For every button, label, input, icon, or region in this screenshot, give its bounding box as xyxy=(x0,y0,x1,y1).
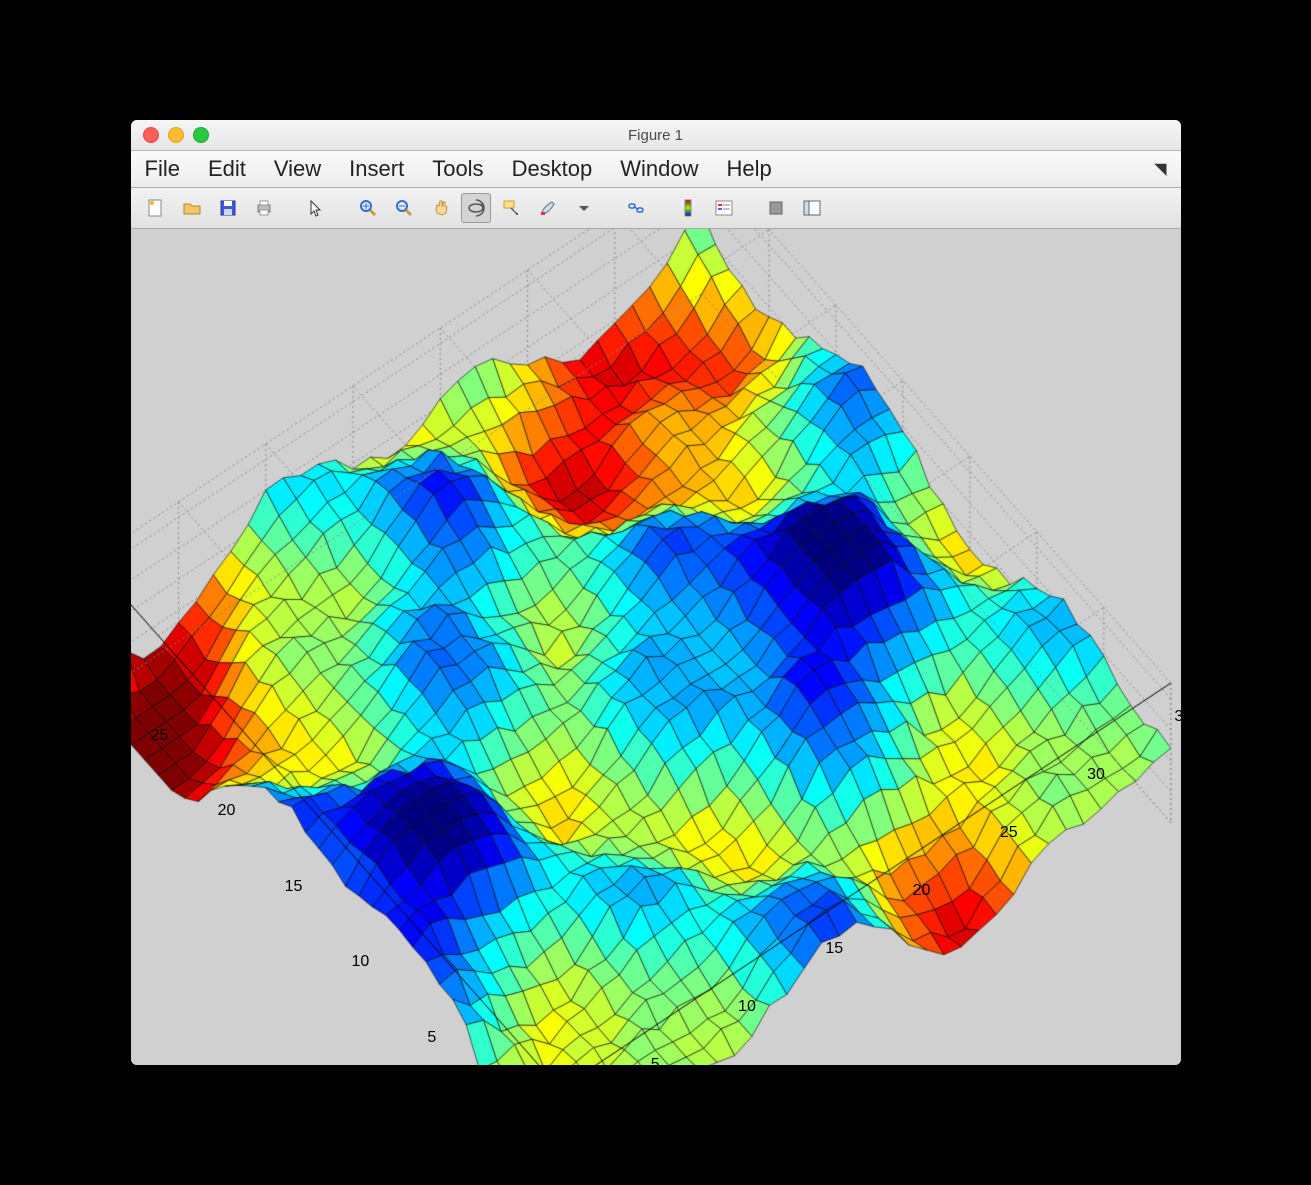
tick-label: 10 xyxy=(738,998,756,1016)
rotate3d-icon[interactable] xyxy=(461,193,491,223)
open-icon[interactable] xyxy=(177,193,207,223)
menu-insert[interactable]: Insert xyxy=(349,156,404,182)
legend-icon[interactable] xyxy=(709,193,739,223)
close-icon[interactable] xyxy=(143,127,159,143)
menubar: File Edit View Insert Tools Desktop Wind… xyxy=(131,151,1181,188)
menu-edit[interactable]: Edit xyxy=(208,156,246,182)
axes-3d[interactable]: 0510152025303505101520253035-0.2-0.100.1… xyxy=(131,229,1181,1065)
tick-label: 15 xyxy=(825,940,843,958)
tick-label: 30 xyxy=(1087,766,1105,784)
tick-label: 10 xyxy=(329,953,369,971)
save-icon[interactable] xyxy=(213,193,243,223)
tick-label: 20 xyxy=(195,802,235,820)
tick-label: 25 xyxy=(131,727,169,745)
pan-icon[interactable] xyxy=(425,193,455,223)
new-figure-icon[interactable] xyxy=(141,193,171,223)
menu-tools[interactable]: Tools xyxy=(432,156,483,182)
tick-label: 25 xyxy=(1000,824,1018,842)
tick-label: 35 xyxy=(1174,708,1180,726)
print-icon[interactable] xyxy=(249,193,279,223)
zoom-in-icon[interactable] xyxy=(353,193,383,223)
toolbar xyxy=(131,188,1181,229)
menu-view[interactable]: View xyxy=(274,156,321,182)
layout-icon[interactable] xyxy=(797,193,827,223)
menu-help[interactable]: Help xyxy=(727,156,772,182)
pointer-icon[interactable] xyxy=(301,193,331,223)
hide-icon[interactable] xyxy=(761,193,791,223)
menu-file[interactable]: File xyxy=(145,156,180,182)
menu-window[interactable]: Window xyxy=(620,156,698,182)
tick-label: 15 xyxy=(262,878,302,896)
dock-arrow-icon[interactable]: ◥ xyxy=(1154,159,1166,179)
colorbar-icon[interactable] xyxy=(673,193,703,223)
figure-window: Figure 1 File Edit View Insert Tools Des… xyxy=(131,120,1181,1065)
traffic-lights xyxy=(143,127,209,143)
tick-label: 20 xyxy=(913,882,931,900)
zoom-out-icon[interactable] xyxy=(389,193,419,223)
tick-label: 5 xyxy=(396,1029,436,1047)
tick-label: 5 xyxy=(651,1056,660,1065)
link-icon[interactable] xyxy=(621,193,651,223)
window-title: Figure 1 xyxy=(131,127,1181,144)
menu-desktop[interactable]: Desktop xyxy=(512,156,593,182)
zoom-window-icon[interactable] xyxy=(193,127,209,143)
dropdown-icon[interactable] xyxy=(569,193,599,223)
titlebar: Figure 1 xyxy=(131,120,1181,151)
data-cursor-icon[interactable] xyxy=(497,193,527,223)
minimize-icon[interactable] xyxy=(168,127,184,143)
brush-icon[interactable] xyxy=(533,193,563,223)
